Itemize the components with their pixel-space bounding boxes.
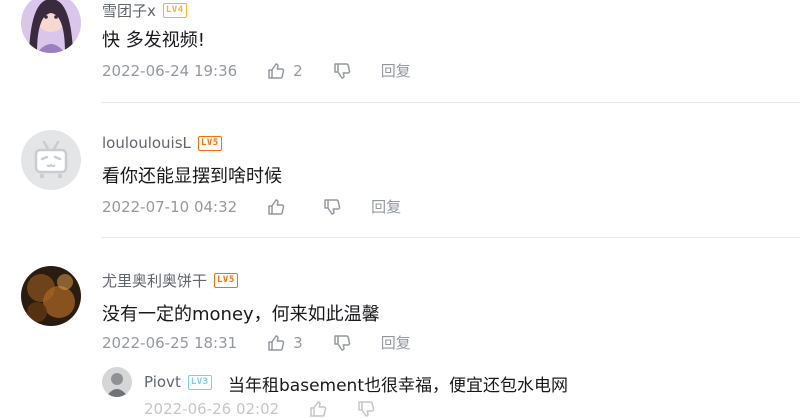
username-text: 尤里奥利奥饼干: [102, 272, 208, 290]
thumb-up-icon: [310, 401, 327, 417]
dislike-button[interactable]: [323, 198, 341, 216]
thumb-up-icon: [268, 62, 285, 79]
comment-item: 雪团子x LV4 快 多发视频! 2022-06-24 19:36 2 回复: [0, 0, 800, 110]
sub-reply-avatar[interactable]: [102, 367, 132, 397]
avatar[interactable]: [21, 0, 81, 53]
username-text: Piovt: [144, 373, 181, 391]
like-button[interactable]: [309, 400, 327, 418]
username[interactable]: louloulouisL LV5: [102, 134, 222, 152]
comment-text: 没有一定的money，何来如此温馨: [102, 304, 380, 325]
thumb-up-icon: [268, 198, 285, 215]
comment-time: 2022-07-10 04:32: [102, 197, 238, 216]
comment-meta: 2022-06-24 19:36 2 回复: [102, 60, 441, 81]
level-badge: LV3: [187, 374, 212, 390]
reply-button[interactable]: 回复: [381, 60, 411, 81]
comment-meta: 2022-06-25 18:31 3 回复: [102, 332, 441, 353]
level-badge: LV5: [197, 135, 222, 151]
sub-reply-username[interactable]: Piovt LV3: [144, 373, 212, 391]
comment-item: 尤里奥利奥饼干 LV5 没有一定的money，何来如此温馨 2022-06-25…: [0, 262, 800, 418]
username[interactable]: 雪团子x LV4: [102, 0, 187, 21]
thumb-down-icon: [358, 401, 375, 417]
dislike-button[interactable]: [333, 62, 351, 80]
thumb-up-icon: [268, 334, 285, 351]
avatar[interactable]: [21, 266, 81, 326]
comment-item: louloulouisL LV5 看你还能显摆到啥时候 2022-07-10 0…: [0, 126, 800, 236]
sub-reply-text: 当年租basement也很幸福，便宜还包水电网: [228, 376, 568, 396]
dislike-button[interactable]: [333, 334, 351, 352]
comment-meta: 2022-07-10 04:32 回复: [102, 196, 431, 217]
level-badge: LV5: [214, 273, 238, 288]
reply-button[interactable]: 回复: [371, 196, 401, 217]
username[interactable]: 尤里奥利奥饼干 LV5: [102, 270, 238, 291]
comment-time: 2022-06-25 18:31: [102, 333, 238, 352]
dislike-button[interactable]: [357, 400, 375, 418]
level-badge: LV4: [162, 3, 187, 18]
comment-text: 快 多发视频!: [102, 30, 205, 51]
like-count: 2: [293, 61, 303, 80]
comment-text: 看你还能显摆到啥时候: [102, 166, 282, 187]
comment-time: 2022-06-26 02:02: [144, 400, 280, 418]
comment-time: 2022-06-24 19:36: [102, 61, 238, 80]
like-button[interactable]: 2: [267, 62, 303, 80]
like-count: 3: [293, 333, 303, 352]
like-button[interactable]: 3: [267, 334, 303, 352]
reply-button[interactable]: 回复: [381, 332, 411, 353]
username-text: 雪团子x: [102, 2, 156, 20]
thumb-down-icon: [333, 334, 350, 351]
sub-reply: Piovt LV3 当年租basement也很幸福，便宜还包水电网 2022-0…: [102, 364, 800, 418]
divider: [102, 237, 800, 238]
like-button[interactable]: [267, 198, 293, 216]
username-text: louloulouisL: [102, 134, 191, 152]
divider: [102, 102, 800, 103]
avatar[interactable]: [21, 130, 81, 190]
sub-reply-meta: 2022-06-26 02:02: [144, 400, 405, 418]
thumb-down-icon: [324, 198, 341, 215]
thumb-down-icon: [333, 62, 350, 79]
